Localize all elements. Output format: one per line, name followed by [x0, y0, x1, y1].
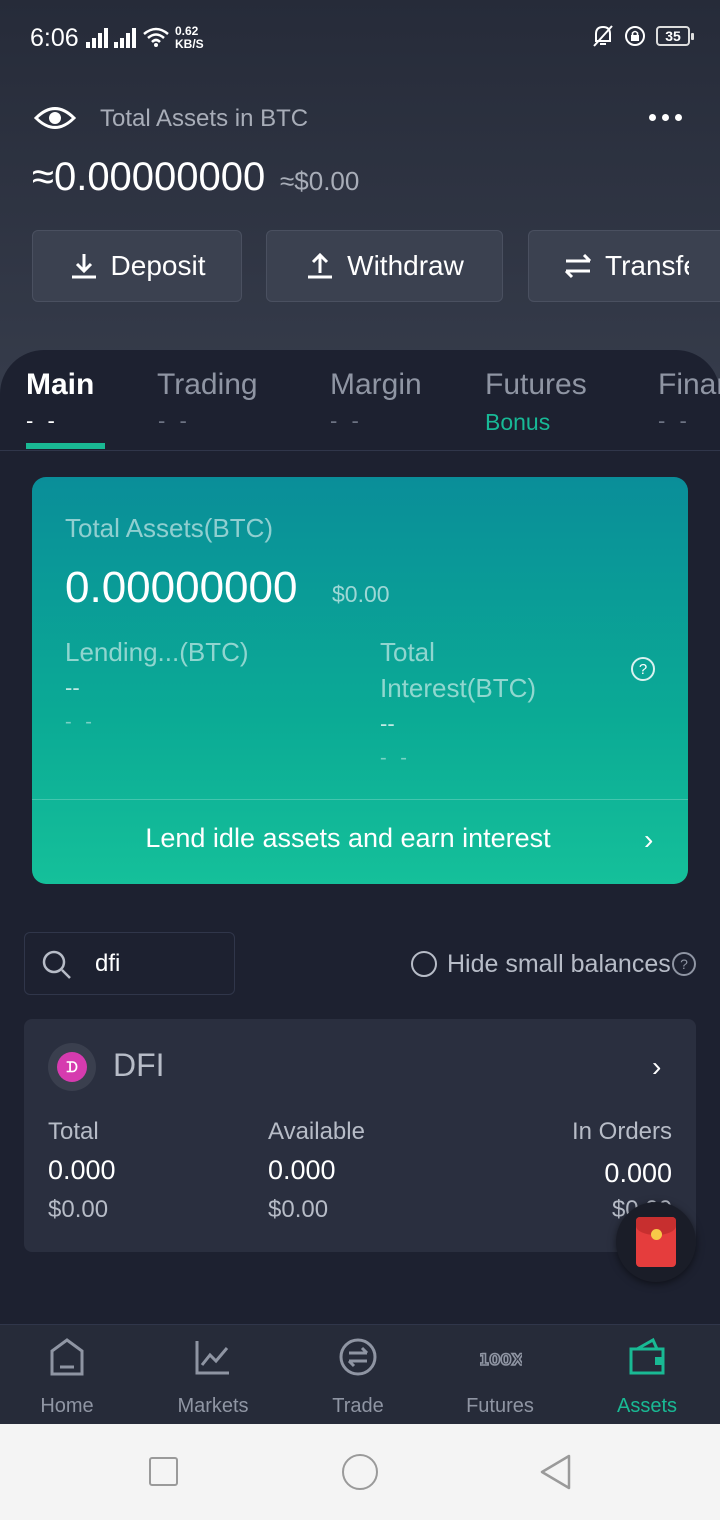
- tab-futures-bonus: Bonus: [485, 409, 551, 435]
- tab-trading[interactable]: Trading: [157, 368, 258, 402]
- card-lending-value: --: [65, 675, 80, 700]
- nav-assets[interactable]: Assets: [587, 1325, 707, 1425]
- transfer-label: Transfer: [605, 250, 689, 281]
- signal-icon-2: [114, 28, 136, 48]
- recent-apps-button[interactable]: [149, 1457, 178, 1486]
- nav-trade-label: Trade: [332, 1395, 384, 1417]
- card-lending-label: Lending...(BTC): [65, 637, 249, 667]
- status-time: 6:06: [30, 24, 79, 52]
- rotation-lock-icon: [625, 26, 645, 46]
- tab-finance-sub: - -: [658, 408, 691, 433]
- total-usd-value: ≈$0.00: [280, 166, 360, 196]
- card-interest-label-1: Total: [380, 637, 435, 667]
- lending-card: Total Assets(BTC) 0.00000000 $0.00 Lendi…: [32, 477, 688, 884]
- card-interest-value: --: [380, 711, 395, 736]
- tab-active-indicator: [26, 443, 105, 449]
- help-icon[interactable]: ?: [631, 657, 655, 681]
- lend-cta-link[interactable]: Lend idle assets and earn interest: [32, 823, 664, 854]
- bottom-nav: Home Markets Trade 100X Futures Assets: [0, 1324, 720, 1424]
- battery-indicator: 35: [656, 26, 694, 46]
- tab-trading-sub: - -: [158, 408, 191, 433]
- home-icon: [50, 1338, 84, 1376]
- search-box[interactable]: [24, 932, 235, 995]
- signal-icon: [86, 28, 108, 48]
- eye-icon[interactable]: [34, 103, 76, 133]
- chart-line-icon: [195, 1341, 229, 1375]
- dfi-coin-glyph: ᗪ: [57, 1052, 87, 1082]
- col-total-value: 0.000: [48, 1155, 116, 1185]
- card-interest-sub: - -: [380, 747, 411, 769]
- deposit-label: Deposit: [110, 250, 206, 281]
- nav-futures-label: Futures: [466, 1395, 534, 1417]
- tab-finance[interactable]: Finance: [658, 368, 720, 402]
- futures-100x-icon: 100X: [480, 1349, 522, 1370]
- card-total-value: 0.00000000: [65, 563, 298, 612]
- card-total-usd: $0.00: [332, 581, 390, 607]
- transfer-button[interactable]: Transfer: [528, 230, 720, 302]
- card-lending-sub: - -: [65, 711, 96, 733]
- card-divider: [32, 799, 688, 800]
- tab-divider: [0, 450, 720, 451]
- hide-small-help-icon[interactable]: ?: [672, 952, 696, 976]
- more-icon[interactable]: [649, 114, 682, 121]
- card-interest-label-2: Interest(BTC): [380, 673, 537, 703]
- trade-icon: [339, 1338, 377, 1376]
- wifi-icon: [143, 27, 169, 47]
- download-icon: [71, 254, 96, 279]
- tab-main-sub: - -: [26, 408, 59, 433]
- nav-futures[interactable]: 100X Futures: [440, 1325, 560, 1425]
- dfi-coin-icon: ᗪ: [48, 1043, 96, 1091]
- deposit-button[interactable]: Deposit: [32, 230, 242, 302]
- red-envelope-icon: [636, 1217, 676, 1267]
- total-assets-label: Total Assets in BTC: [100, 105, 309, 132]
- card-total-label: Total Assets(BTC): [65, 513, 274, 543]
- bell-muted-icon: [593, 25, 613, 47]
- col-inorders-value: 0.000: [604, 1158, 672, 1188]
- nav-trade[interactable]: Trade: [298, 1325, 418, 1425]
- more-dot: [675, 114, 682, 121]
- col-inorders-label: In Orders: [571, 1118, 672, 1145]
- net-speed-unit: KB/S: [175, 37, 204, 51]
- status-right: 35: [592, 24, 694, 48]
- tab-main[interactable]: Main: [26, 368, 94, 402]
- svg-text:100X: 100X: [480, 1350, 522, 1369]
- red-envelope-button[interactable]: [616, 1202, 696, 1282]
- chevron-right-icon[interactable]: ›: [644, 824, 653, 856]
- nav-home[interactable]: Home: [7, 1325, 127, 1425]
- col-total-usd: $0.00: [48, 1196, 109, 1223]
- nav-markets-label: Markets: [177, 1395, 249, 1417]
- more-dot: [662, 114, 669, 121]
- hide-small-balances-label[interactable]: Hide small balances: [447, 950, 671, 979]
- nav-home-label: Home: [40, 1395, 94, 1417]
- nav-markets[interactable]: Markets: [153, 1325, 273, 1425]
- wallet-icon: [629, 1337, 665, 1375]
- back-icon[interactable]: [538, 1453, 572, 1491]
- tab-margin-sub: - -: [330, 408, 363, 433]
- tab-futures[interactable]: Futures: [485, 368, 587, 402]
- search-input[interactable]: [95, 948, 225, 980]
- upload-icon: [308, 252, 333, 279]
- asset-card-dfi[interactable]: ᗪ DFI › Total 0.000 $0.00 Available 0.00…: [24, 1019, 696, 1252]
- withdraw-label: Withdraw: [347, 250, 464, 281]
- tab-margin[interactable]: Margin: [330, 368, 422, 402]
- total-btc-value: ≈0.00000000: [32, 155, 266, 199]
- net-speed: 0.62 KB/S: [175, 25, 204, 51]
- more-dot: [649, 114, 656, 121]
- col-available-label: Available: [268, 1118, 365, 1145]
- nav-assets-label: Assets: [616, 1395, 678, 1417]
- col-available-value: 0.000: [268, 1155, 336, 1185]
- col-available-usd: $0.00: [268, 1196, 329, 1223]
- status-bar: 6:06 0.62 KB/S 35: [0, 0, 720, 78]
- transfer-icon: [564, 253, 592, 279]
- home-system-button[interactable]: [342, 1454, 378, 1490]
- search-icon: [42, 950, 71, 979]
- col-total-label: Total: [48, 1118, 99, 1145]
- chevron-right-icon[interactable]: ›: [652, 1051, 661, 1083]
- hide-small-balances-radio[interactable]: [411, 951, 437, 977]
- asset-name: DFI: [113, 1047, 165, 1083]
- withdraw-button[interactable]: Withdraw: [266, 230, 503, 302]
